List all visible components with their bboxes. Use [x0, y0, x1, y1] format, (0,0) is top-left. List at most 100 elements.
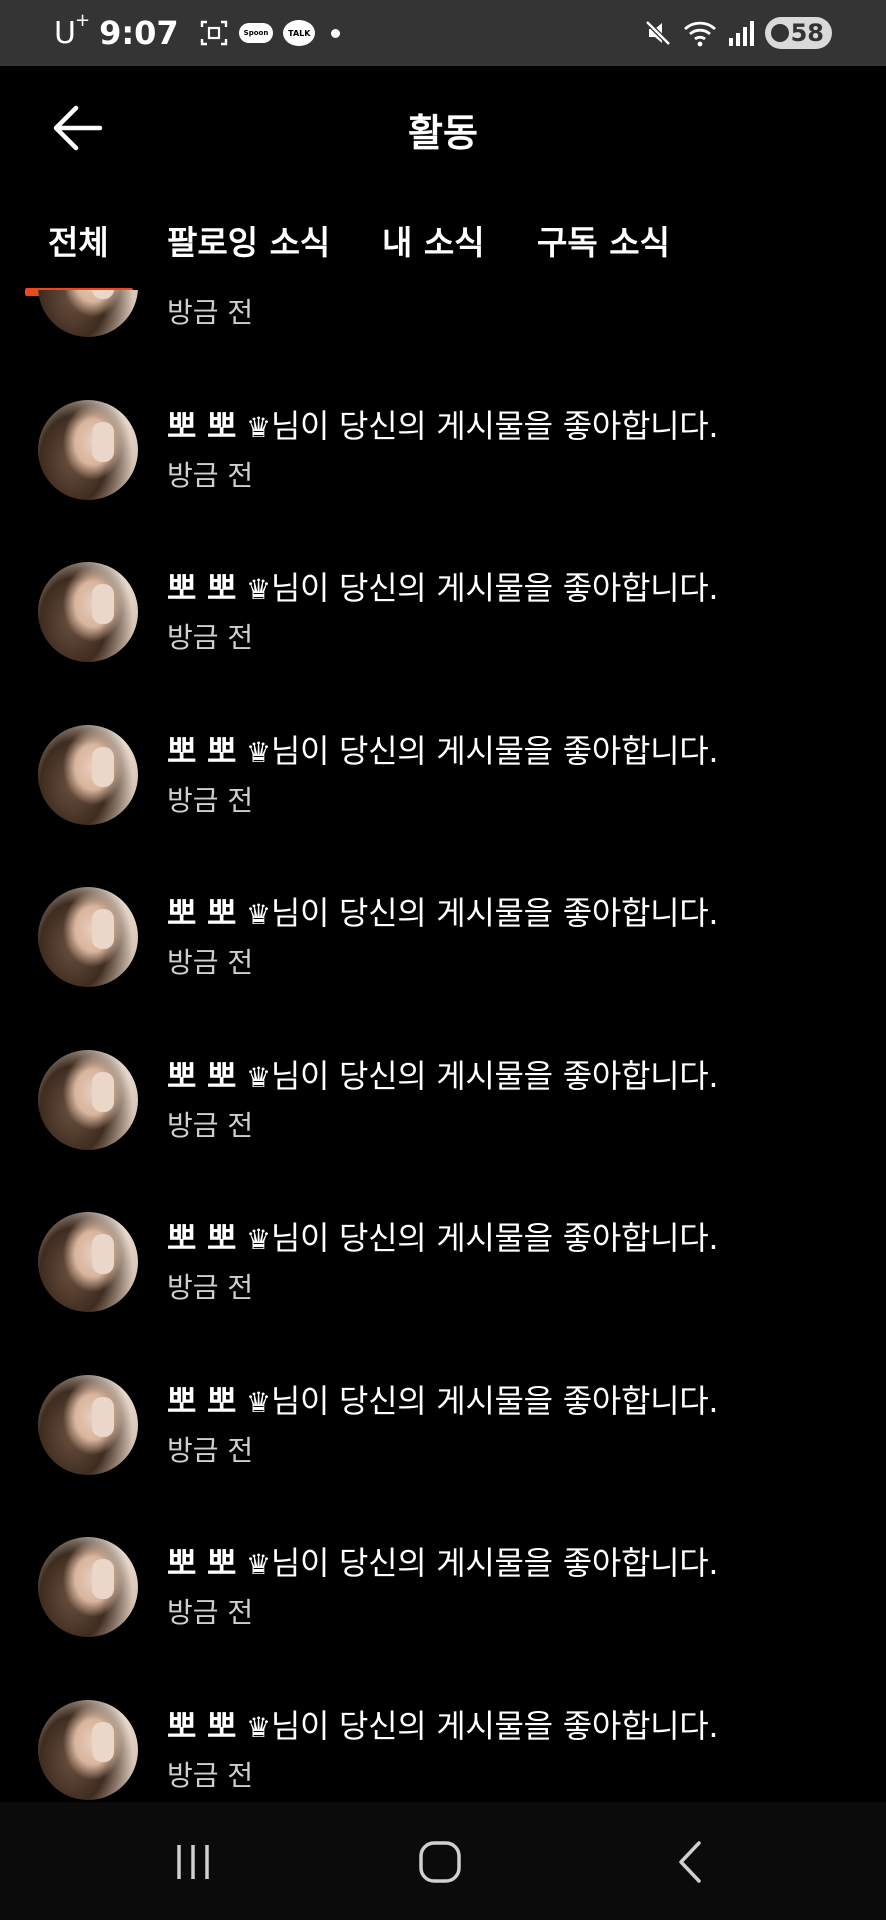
- avatar[interactable]: [38, 399, 138, 500]
- notification-item[interactable]: 뽀 뽀 ♛님이 당신의 게시물을 좋아합니다. 방금 전: [0, 1335, 886, 1498]
- username[interactable]: 뽀 뽀: [167, 1382, 236, 1420]
- username[interactable]: 뽀 뽀: [167, 732, 236, 770]
- notification-text: 뽀 뽀 ♛님이 당신의 게시물을 좋아합니다. 방금 전: [167, 1706, 866, 1792]
- notification-item[interactable]: 뽀 뽀 ♛님이 당신의 게시물을 좋아합니다.방금 전: [0, 290, 886, 360]
- notification-text: 뽀 뽀 ♛님이 당신의 게시물을 좋아합니다.방금 전: [167, 290, 866, 329]
- notification-item[interactable]: 뽀 뽀 ♛님이 당신의 게시물을 좋아합니다. 방금 전: [0, 1497, 886, 1660]
- notification-text: 뽀 뽀 ♛님이 당신의 게시물을 좋아합니다. 방금 전: [167, 1543, 866, 1629]
- message-text: 님이 당신의 게시물을 좋아합니다.: [270, 1219, 719, 1257]
- avatar[interactable]: [38, 290, 138, 337]
- username[interactable]: 뽀 뽀: [167, 1544, 236, 1582]
- notification-time: 방금 전: [167, 621, 254, 654]
- avatar-photo-detail: [92, 746, 114, 787]
- avatar[interactable]: [38, 887, 138, 987]
- notification-text: 뽀 뽀 ♛님이 당신의 게시물을 좋아합니다. 방금 전: [167, 731, 866, 817]
- home-icon: [419, 1841, 461, 1883]
- avatar[interactable]: [38, 562, 138, 662]
- status-bar-right: 58: [643, 0, 832, 66]
- avatar[interactable]: [38, 724, 138, 825]
- message-text: 님이 당신의 게시물을 좋아합니다.: [270, 1056, 719, 1095]
- notification-text: 뽀 뽀 ♛님이 당신의 게시물을 좋아합니다. 방금 전: [167, 1381, 866, 1467]
- carrier-label: U+: [54, 10, 90, 51]
- notification-message: 뽀 뽀 ♛님이 당신의 게시물을 좋아합니다.: [167, 1218, 866, 1260]
- carrier-name: U: [54, 15, 76, 51]
- power-saving-icon: [770, 24, 789, 42]
- avatar[interactable]: [38, 1374, 138, 1475]
- status-bar-left: U+ 9:07 Spoon TALK: [54, 0, 341, 66]
- avatar[interactable]: [38, 1537, 138, 1637]
- home-button[interactable]: [400, 1832, 480, 1892]
- notification-time: 방금 전: [167, 1596, 254, 1629]
- notification-text: 뽀 뽀 ♛님이 당신의 게시물을 좋아합니다. 방금 전: [167, 568, 866, 654]
- username[interactable]: 뽀 뽀: [167, 407, 236, 445]
- recent-apps-button[interactable]: [153, 1832, 233, 1892]
- username[interactable]: 뽀 뽀: [167, 894, 236, 932]
- notification-text: 뽀 뽀 ♛님이 당신의 게시물을 좋아합니다. 방금 전: [167, 893, 866, 979]
- notification-item[interactable]: 뽀 뽀 ♛님이 당신의 게시물을 좋아합니다. 방금 전: [0, 847, 886, 1010]
- avatar-photo-detail: [92, 909, 114, 949]
- crown-icon: ♛: [246, 573, 271, 606]
- avatar[interactable]: [38, 1049, 138, 1150]
- notification-message: 뽀 뽀 ♛님이 당신의 게시물을 좋아합니다.: [167, 406, 866, 448]
- crown-icon: ♛: [246, 410, 271, 444]
- notification-time: 방금 전: [167, 1108, 254, 1142]
- avatar-photo-detail: [92, 1234, 114, 1274]
- notification-message: 뽀 뽀 ♛님이 당신의 게시물을 좋아합니다.: [167, 568, 866, 610]
- notification-message: 뽀 뽀 ♛님이 당신의 게시물을 좋아합니다.: [167, 1706, 866, 1748]
- notification-time: 방금 전: [167, 1433, 254, 1467]
- notification-item[interactable]: 뽀 뽀 ♛님이 당신의 게시물을 좋아합니다. 방금 전: [0, 1660, 886, 1803]
- avatar-photo-detail: [92, 584, 114, 624]
- screenshot-icon: [199, 18, 229, 48]
- username[interactable]: 뽀 뽀: [167, 1219, 236, 1257]
- talk-app-icon: TALK: [283, 20, 316, 46]
- notification-time: 방금 전: [167, 783, 254, 817]
- activity-screen: U+ 9:07 Spoon TALK 58 활동 전체 팔로잉 소식 내 소식 …: [0, 0, 886, 1920]
- notification-item[interactable]: 뽀 뽀 ♛님이 당신의 게시물을 좋아합니다.방금 전: [0, 360, 886, 523]
- avatar[interactable]: [38, 1212, 138, 1312]
- tab-my-news[interactable]: 내 소식: [382, 216, 485, 264]
- notification-message: 뽀 뽀 ♛님이 당신의 게시물을 좋아합니다.: [167, 1056, 866, 1098]
- notification-item[interactable]: 뽀 뽀 ♛님이 당신의 게시물을 좋아합니다. 방금 전: [0, 685, 886, 848]
- notification-message: 뽀 뽀 ♛님이 당신의 게시물을 좋아합니다.: [167, 893, 866, 935]
- notification-message: 뽀 뽀 ♛님이 당신의 게시물을 좋아합니다.: [167, 1543, 866, 1585]
- avatar-photo-detail: [92, 1396, 114, 1437]
- avatar[interactable]: [38, 1699, 138, 1800]
- battery-level: 58: [790, 19, 824, 47]
- crown-icon: ♛: [246, 1223, 271, 1256]
- username[interactable]: 뽀 뽀: [167, 1707, 236, 1745]
- message-text: 님이 당신의 게시물을 좋아합니다.: [270, 569, 719, 607]
- message-text: 님이 당신의 게시물을 좋아합니다.: [270, 406, 719, 445]
- username[interactable]: 뽀 뽀: [167, 1057, 236, 1095]
- tab-subscription[interactable]: 구독 소식: [537, 216, 670, 264]
- notification-text: 뽀 뽀 ♛님이 당신의 게시물을 좋아합니다.방금 전: [167, 1218, 866, 1304]
- carrier-plus: +: [74, 9, 90, 31]
- notification-item[interactable]: 뽀 뽀 ♛님이 당신의 게시물을 좋아합니다.방금 전: [0, 1172, 886, 1335]
- notification-time: 방금 전: [167, 1758, 254, 1792]
- crown-icon: ♛: [246, 1385, 271, 1419]
- notification-text: 뽀 뽀 ♛님이 당신의 게시물을 좋아합니다. 방금 전: [167, 1056, 866, 1142]
- tab-following[interactable]: 팔로잉 소식: [167, 216, 330, 264]
- spoon-app-icon: Spoon: [238, 23, 274, 43]
- avatar-photo-detail: [92, 421, 114, 462]
- username[interactable]: 뽀 뽀: [167, 569, 236, 607]
- app-header: 활동: [0, 66, 886, 186]
- message-text: 님이 당신의 게시물을 좋아합니다.: [270, 1544, 719, 1582]
- battery-indicator: 58: [764, 17, 832, 49]
- notification-time: 방금 전: [167, 946, 254, 979]
- tab-bar: 전체 팔로잉 소식 내 소식 구독 소식: [0, 186, 886, 296]
- tab-all[interactable]: 전체: [48, 216, 109, 264]
- notification-text: 뽀 뽀 ♛님이 당신의 게시물을 좋아합니다.방금 전: [167, 406, 866, 492]
- crown-icon: ♛: [246, 898, 271, 931]
- message-text: 님이 당신의 게시물을 좋아합니다.: [270, 1381, 719, 1420]
- page-title: 활동: [408, 111, 478, 155]
- nav-back-button[interactable]: [650, 1832, 730, 1892]
- notification-time: 방금 전: [167, 296, 254, 329]
- notification-item[interactable]: 뽀 뽀 ♛님이 당신의 게시물을 좋아합니다. 방금 전: [0, 1010, 886, 1173]
- crown-icon: ♛: [246, 1710, 271, 1744]
- status-bar: U+ 9:07 Spoon TALK 58: [0, 0, 886, 66]
- avatar-photo-detail: [92, 1559, 114, 1599]
- notification-list[interactable]: 뽀 뽀 ♛님이 당신의 게시물을 좋아합니다.방금 전뽀 뽀 ♛님이 당신의 게…: [0, 290, 886, 1802]
- notification-item[interactable]: 뽀 뽀 ♛님이 당신의 게시물을 좋아합니다. 방금 전: [0, 522, 886, 685]
- avatar-photo-detail: [92, 1071, 114, 1112]
- notification-message: 뽀 뽀 ♛님이 당신의 게시물을 좋아합니다.: [167, 731, 866, 773]
